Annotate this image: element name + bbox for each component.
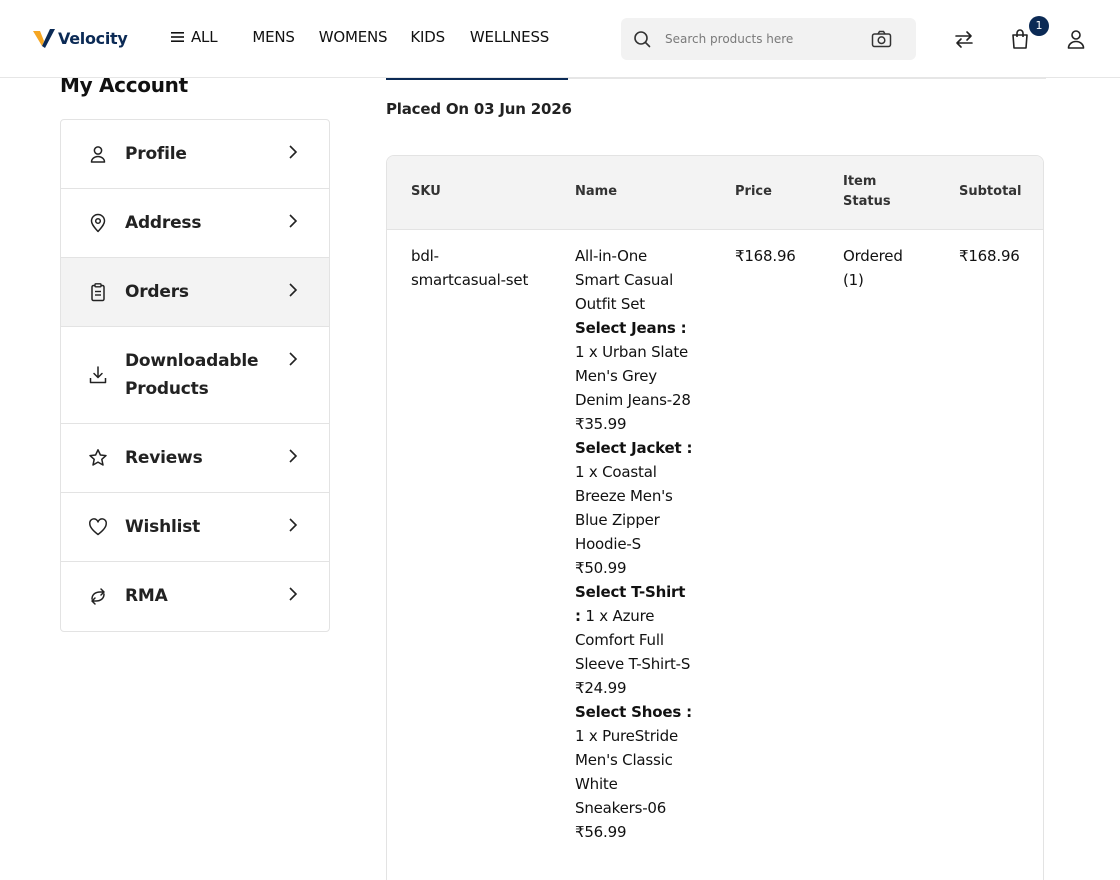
cell-sku: bdl-smartcasual-set — [411, 247, 529, 289]
nav-all[interactable]: ALL — [170, 28, 218, 46]
main-nav: ALL MENS WOMENS KIDS WELLNESS — [170, 26, 549, 48]
option-label: Select Jacket : — [575, 439, 693, 457]
active-tab-indicator — [386, 78, 568, 80]
chevron-right-icon — [289, 587, 298, 601]
sidebar-item-wishlist[interactable]: Wishlist — [61, 493, 329, 562]
sidebar-item-downloadable-products[interactable]: Downloadable Products — [61, 327, 329, 424]
option-price: ₹56.99 — [575, 823, 627, 841]
search-icon[interactable] — [633, 30, 651, 48]
column-header-subtotal: Subtotal — [959, 184, 1022, 199]
nav-mens[interactable]: MENS — [252, 28, 295, 46]
option-label: Select Shoes : — [575, 703, 692, 721]
product-name: All-in-One Smart Casual Outfit Set — [575, 247, 674, 313]
cell-name: All-in-One Smart Casual Outfit Set Selec… — [575, 244, 693, 844]
option-label: Select Jeans : — [575, 319, 687, 337]
account-icon[interactable] — [1065, 28, 1087, 50]
cart-icon[interactable] — [1009, 28, 1031, 50]
sidebar-item-label: Profile — [125, 144, 187, 164]
star-icon — [89, 449, 107, 466]
option-price: ₹24.99 — [575, 679, 627, 697]
map-pin-icon — [90, 213, 106, 233]
option-value: 1 x Coastal Breeze Men's Blue Zipper Hoo… — [575, 463, 673, 553]
sidebar-item-rma[interactable]: RMA — [61, 562, 329, 631]
account-sidebar: Profile Address Orders Downloadable Prod… — [60, 119, 330, 632]
compare-icon[interactable] — [953, 28, 975, 50]
user-icon — [90, 146, 106, 163]
option-value: 1 x Azure Comfort Full Sleeve T-Shirt-S — [575, 607, 691, 673]
download-icon — [89, 366, 107, 384]
sidebar-item-address[interactable]: Address — [61, 189, 329, 258]
option-price: ₹50.99 — [575, 559, 627, 577]
site-header: Velocity ALL MENS WOMENS KIDS WELLNESS S… — [0, 0, 1120, 78]
column-header-sku: SKU — [411, 184, 441, 199]
chevron-right-icon — [289, 283, 298, 297]
velocity-logo[interactable]: Velocity — [32, 25, 128, 51]
bundle-option: Select T-Shirt : 1 x Azure Comfort Full … — [575, 580, 693, 676]
column-header-item-status: Item Status — [843, 174, 891, 209]
table-header: SKU Name Price Item Status Subtotal — [387, 156, 1043, 230]
sidebar-item-profile[interactable]: Profile — [61, 120, 329, 189]
chevron-right-icon — [289, 145, 298, 159]
clipboard-icon — [91, 283, 105, 302]
cell-subtotal: ₹168.96 — [959, 247, 1020, 265]
search-input[interactable] — [665, 29, 855, 49]
search-bar — [621, 18, 916, 60]
option-value: 1 x Urban Slate Men's Grey Denim Jeans-2… — [575, 343, 691, 409]
sidebar-item-label: Orders — [125, 282, 189, 302]
heart-icon — [89, 518, 107, 536]
sidebar-item-label: RMA — [125, 586, 168, 606]
chevron-right-icon — [289, 352, 298, 366]
cell-item-status: Ordered (1) — [843, 247, 903, 289]
sidebar-item-label: Wishlist — [125, 517, 201, 537]
menu-icon — [171, 32, 184, 42]
option-price: ₹35.99 — [575, 415, 627, 433]
nav-wellness[interactable]: WELLNESS — [470, 28, 549, 46]
chevron-right-icon — [289, 518, 298, 532]
sidebar-item-label: Reviews — [125, 448, 203, 468]
nav-all-label: ALL — [191, 28, 218, 46]
chevron-right-icon — [289, 449, 298, 463]
sidebar-item-label: Address — [125, 213, 202, 233]
logo-text: Velocity — [58, 28, 128, 48]
logo-mark-icon — [33, 29, 55, 48]
chevron-right-icon — [289, 214, 298, 228]
sidebar-item-label: Downloadable Products — [125, 351, 259, 399]
bundle-option: Select Jeans : 1 x Urban Slate Men's Gre… — [575, 316, 693, 412]
bundle-option: Select Jacket : 1 x Coastal Breeze Men's… — [575, 436, 693, 556]
option-value: 1 x PureStride Men's Classic White Sneak… — [575, 727, 678, 817]
nav-womens[interactable]: WOMENS — [319, 28, 388, 46]
return-icon — [91, 588, 105, 605]
column-header-name: Name — [575, 184, 618, 199]
column-header-price: Price — [735, 184, 772, 199]
cell-price: ₹168.96 — [735, 247, 796, 265]
camera-icon[interactable] — [871, 30, 892, 48]
sidebar-item-reviews[interactable]: Reviews — [61, 424, 329, 493]
order-placed-date: Placed On 03 Jun 2026 — [386, 100, 572, 118]
nav-kids[interactable]: KIDS — [410, 28, 445, 46]
sidebar-item-orders[interactable]: Orders — [61, 258, 329, 327]
cart-count-badge: 1 — [1029, 16, 1049, 36]
bundle-option: Select Shoes : 1 x PureStride Men's Clas… — [575, 700, 693, 820]
order-items-table: SKU Name Price Item Status Subtotal bdl-… — [386, 155, 1044, 880]
tabs-divider — [568, 78, 1046, 79]
